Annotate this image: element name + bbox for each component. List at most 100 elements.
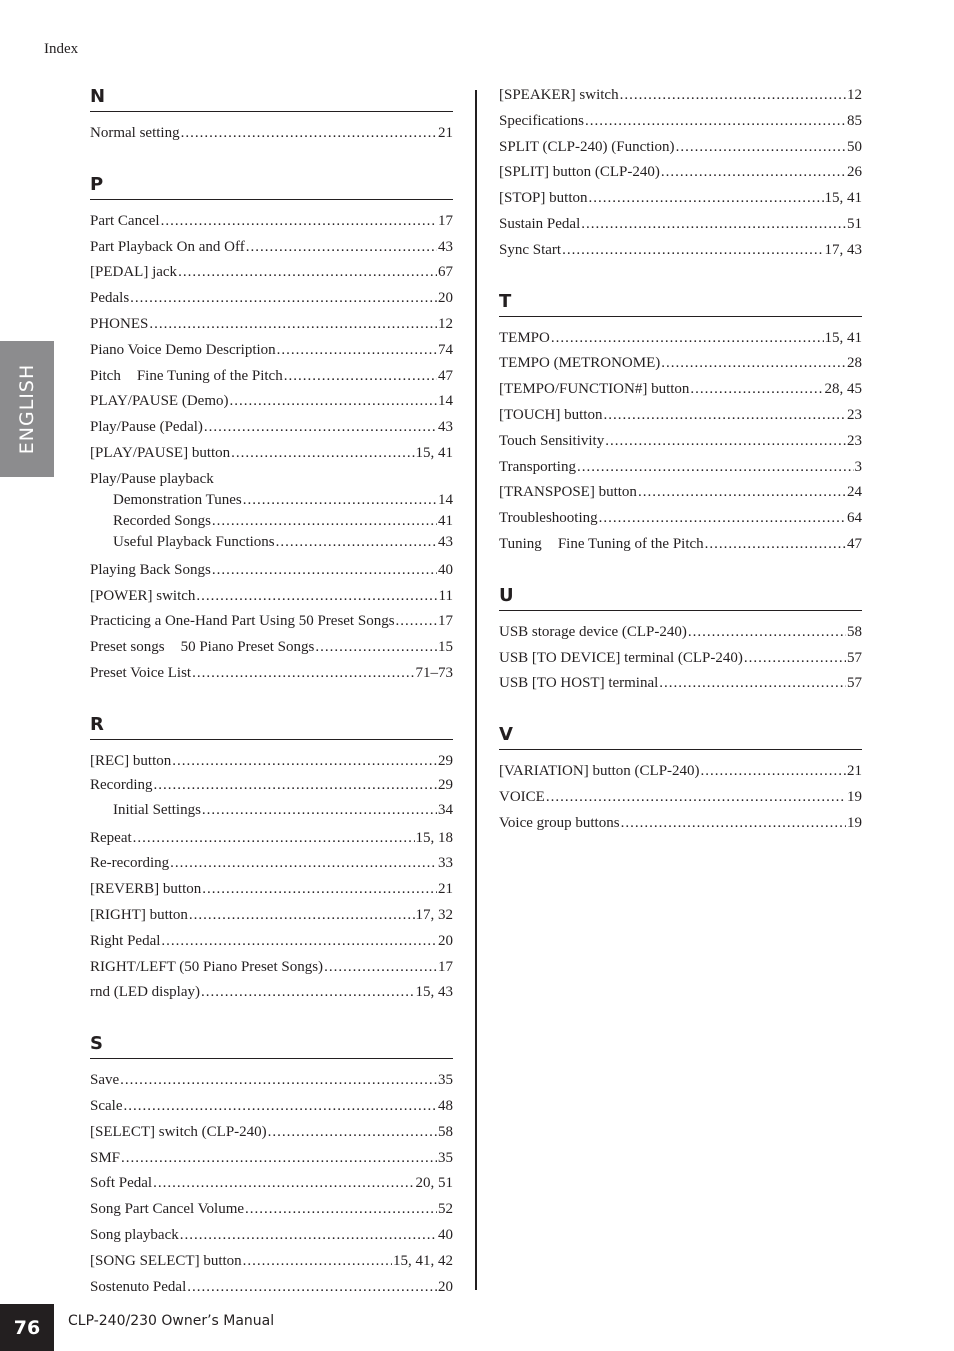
index-entry[interactable]: [REC] button 29 <box>90 749 453 775</box>
entry-term: [PEDAL] jack <box>90 264 178 281</box>
index-entry[interactable]: Preset songs 50 Piano Preset Songs 15 <box>90 635 453 661</box>
index-entry[interactable]: Soft Pedal 20, 51 <box>90 1171 453 1197</box>
dot-leader <box>161 929 437 955</box>
entry-term: Right Pedal <box>90 932 161 949</box>
index-entry[interactable]: Scale 48 <box>90 1094 453 1120</box>
index-entry[interactable]: [SONG SELECT] button 15, 41, 42 <box>90 1249 453 1275</box>
index-entry[interactable]: Voice group buttons 19 <box>499 811 862 837</box>
entry-label: Play/Pause playback <box>90 469 214 490</box>
entry-label: [REVERB] button <box>90 877 201 903</box>
dot-leader <box>744 646 846 672</box>
index-entry[interactable]: [TRANSPOSE] button 24 <box>499 480 862 506</box>
entry-term: [TEMPO/FUNCTION#] button <box>499 381 690 398</box>
entry-label: Transporting <box>499 455 576 481</box>
index-entry[interactable]: Part Cancel 17 <box>90 209 453 235</box>
entry-term: USB [TO HOST] terminal <box>499 675 659 692</box>
index-entry[interactable]: Play/Pause (Pedal) 43 <box>90 415 453 441</box>
index-entry[interactable]: Pitch Fine Tuning of the Pitch 47 <box>90 364 453 390</box>
index-entry[interactable]: PLAY/PAUSE (Demo) 14 <box>90 389 453 415</box>
index-entry[interactable]: Touch Sensitivity 23 <box>499 429 862 455</box>
index-entry[interactable]: Tuning Fine Tuning of the Pitch 47 <box>499 532 862 558</box>
index-entry[interactable]: Sustain Pedal 51 <box>499 212 862 238</box>
index-entry[interactable]: Re-recording 33 <box>90 851 453 877</box>
index-entry[interactable]: Play/Pause playback <box>90 469 453 490</box>
entry-pages: 19 <box>847 788 862 805</box>
dot-leader <box>661 351 846 377</box>
entry-label: SMF <box>90 1146 120 1172</box>
entry-term: Initial Settings <box>113 801 201 818</box>
index-entry[interactable]: Demonstration Tunes 14 <box>90 490 453 511</box>
index-entry[interactable]: Specifications 85 <box>499 109 862 135</box>
dot-leader <box>243 1249 392 1275</box>
index-entry[interactable]: [RIGHT] button 17, 32 <box>90 903 453 929</box>
index-entry[interactable]: Transporting 3 <box>499 455 862 481</box>
index-entry[interactable]: [SELECT] switch (CLP-240) 58 <box>90 1120 453 1146</box>
index-entry[interactable]: [STOP] button 15, 41 <box>499 186 862 212</box>
index-entry[interactable]: Right Pedal 20 <box>90 929 453 955</box>
entry-pages: 57 <box>847 675 862 692</box>
index-entry[interactable]: Recording 29 <box>90 775 453 796</box>
entry-term: Sostenuto Pedal <box>90 1278 187 1295</box>
index-entry[interactable]: [SPEAKER] switch 12 <box>499 83 862 109</box>
index-entry[interactable]: Song playback 40 <box>90 1223 453 1249</box>
index-entry[interactable]: [PLAY/PAUSE] button 15, 41 <box>90 441 453 467</box>
index-entry[interactable]: Playing Back Songs 40 <box>90 558 453 584</box>
index-entry[interactable]: SMF 35 <box>90 1146 453 1172</box>
index-entry[interactable]: Recorded Songs 41 <box>90 511 453 532</box>
entry-pages: 11 <box>438 587 453 604</box>
entry-term: Pitch <box>90 367 121 384</box>
dot-leader <box>701 759 846 785</box>
entry-pages: 40 <box>438 1226 453 1243</box>
index-entry[interactable]: Song Part Cancel Volume 52 <box>90 1197 453 1223</box>
entry-label: SPLIT (CLP-240) (Function) <box>499 135 675 161</box>
index-entry[interactable]: [REVERB] button 21 <box>90 877 453 903</box>
entry-pages: 50 <box>847 138 862 155</box>
index-entry[interactable]: Preset Voice List 71–73 <box>90 661 453 687</box>
entry-pages: 21 <box>438 881 453 898</box>
entry-pages: 28, 45 <box>824 381 863 398</box>
entry-pages: 15 <box>438 639 453 656</box>
entry-term: Touch Sensitivity <box>499 432 605 449</box>
index-entry[interactable]: VOICE 19 <box>499 785 862 811</box>
index-entry[interactable]: Initial Settings 34 <box>90 800 453 821</box>
index-entry[interactable]: USB [TO DEVICE] terminal (CLP-240) 57 <box>499 646 862 672</box>
entry-label: Preset songs 50 Piano Preset Songs <box>90 635 314 661</box>
dot-leader <box>284 364 437 390</box>
index-entry[interactable]: Troubleshooting 64 <box>499 506 862 532</box>
index-entry[interactable]: PHONES 12 <box>90 312 453 338</box>
index-entry[interactable]: Save 35 <box>90 1068 453 1094</box>
index-entry[interactable]: Sostenuto Pedal 20 <box>90 1275 453 1301</box>
index-entry[interactable]: USB storage device (CLP-240) 58 <box>499 620 862 646</box>
entry-pages: 41 <box>438 512 453 529</box>
section-letter-heading: S <box>90 1031 453 1060</box>
entry-label: USB storage device (CLP-240) <box>499 620 687 646</box>
index-entry[interactable]: SPLIT (CLP-240) (Function) 50 <box>499 135 862 161</box>
index-entry[interactable]: [TEMPO/FUNCTION#] button 28, 45 <box>499 377 862 403</box>
entry-label: PHONES <box>90 312 148 338</box>
index-entry[interactable]: Pedals 20 <box>90 286 453 312</box>
dot-leader <box>204 415 437 441</box>
dot-leader <box>121 1146 437 1172</box>
index-entry[interactable]: TEMPO 15, 41 <box>499 326 862 352</box>
index-entry[interactable]: Repeat 15, 18 <box>90 826 453 852</box>
index-entry[interactable]: [PEDAL] jack 67 <box>90 260 453 286</box>
index-entry[interactable]: Part Playback On and Off 43 <box>90 235 453 261</box>
index-entry[interactable]: RIGHT/LEFT (50 Piano Preset Songs) 17 <box>90 955 453 981</box>
index-entry[interactable]: [SPLIT] button (CLP-240) 26 <box>499 160 862 186</box>
index-entry[interactable]: [VARIATION] button (CLP-240) 21 <box>499 759 862 785</box>
index-entry[interactable]: Useful Playback Functions 43 <box>90 532 453 553</box>
index-entry[interactable]: rnd (LED display) 15, 43 <box>90 980 453 1006</box>
entry-pages: 64 <box>847 510 862 527</box>
entry-label: [PEDAL] jack <box>90 260 177 286</box>
index-entry[interactable]: TEMPO (METRONOME) 28 <box>499 351 862 377</box>
index-entry[interactable]: USB [TO HOST] terminal 57 <box>499 671 862 697</box>
index-entry[interactable]: Normal setting 21 <box>90 121 453 147</box>
index-entry[interactable]: [POWER] switch 11 <box>90 584 453 610</box>
entry-term: Playing Back Songs <box>90 561 211 578</box>
dot-leader <box>212 558 437 584</box>
index-entry[interactable]: [TOUCH] button 23 <box>499 403 862 429</box>
index-entry[interactable]: Sync Start 17, 43 <box>499 238 862 264</box>
dot-leader <box>120 1068 437 1094</box>
index-entry[interactable]: Practicing a One-Hand Part Using 50 Pres… <box>90 609 453 635</box>
index-entry[interactable]: Piano Voice Demo Description 74 <box>90 338 453 364</box>
